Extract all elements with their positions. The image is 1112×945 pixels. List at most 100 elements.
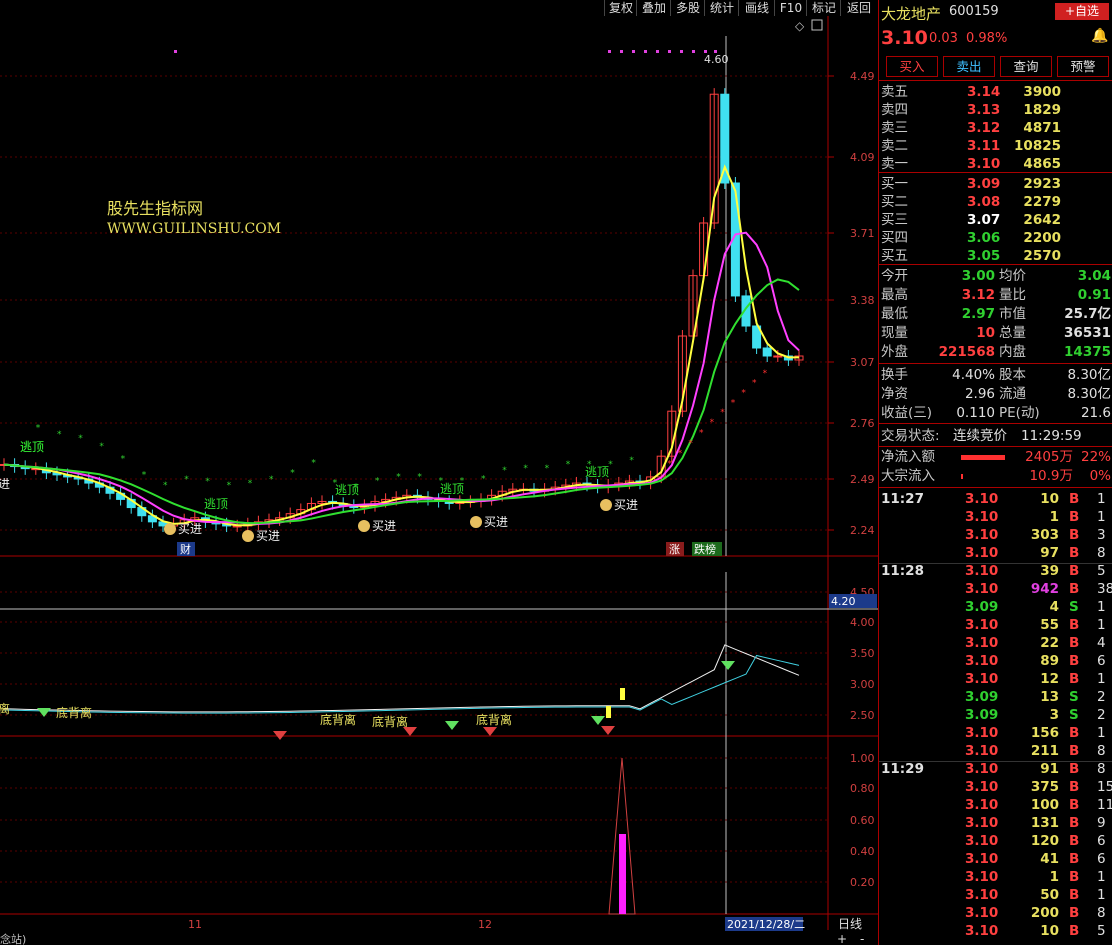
tick-row: 3.10 375 B 15 (879, 778, 1112, 796)
orderbook-label: 买五 (881, 248, 908, 264)
price-change: 0.03 (929, 31, 958, 46)
tick-price: 3.10 (965, 617, 999, 633)
sar-dot: * (699, 428, 704, 438)
stat-value: 10 (976, 325, 995, 341)
tick-price: 3.09 (965, 707, 999, 723)
tick-volume: 303 (1030, 527, 1059, 543)
stat-row-2: 最低 2.97 市值 25.7亿 (879, 305, 1112, 323)
stat-label: 股本 (999, 367, 1026, 383)
sar-dot: * (566, 460, 571, 470)
tick-volume: 4 (1049, 599, 1059, 615)
toolbar-btn-0[interactable]: 复权 (604, 0, 637, 16)
sar-dot: * (248, 479, 253, 489)
orderbook-volume: 2279 (1023, 194, 1061, 210)
flow-bar (961, 474, 963, 479)
y-tick-label: 0.20 (850, 876, 875, 889)
green-diamond-icon (591, 716, 605, 725)
tick-price: 3.10 (965, 653, 999, 669)
ask-row-3[interactable]: 卖二 3.11 10825 (879, 137, 1112, 155)
orderbook-price: 3.12 (967, 120, 1001, 136)
x-tick-label: 12 (478, 918, 492, 931)
stat-value: 221568 (938, 344, 995, 360)
sar-dot: * (629, 456, 634, 466)
tick-time: 11:29 (881, 761, 924, 777)
action-button-3[interactable]: 预警 (1057, 56, 1109, 77)
toolbar-btn-5[interactable]: F10 (774, 0, 807, 16)
flow-pct: 0% (1089, 468, 1111, 484)
tick-volume: 91 (1040, 761, 1059, 777)
bid-row-2[interactable]: 买三 3.07 2642 (879, 211, 1112, 229)
tick-side: B (1069, 527, 1080, 543)
sar-dot: * (163, 481, 168, 491)
buy-signal: 买进 (256, 529, 280, 543)
toolbar-btn-1[interactable]: 叠加 (636, 0, 671, 16)
action-button-1[interactable]: 卖出 (943, 56, 995, 77)
ask-row-2[interactable]: 卖三 3.12 4871 (879, 119, 1112, 137)
tick-price: 3.10 (965, 509, 999, 525)
sar-dot: * (502, 466, 507, 476)
bid-row-1[interactable]: 买二 3.08 2279 (879, 193, 1112, 211)
stat-label: 今开 (881, 268, 908, 284)
orderbook-volume: 4865 (1023, 156, 1061, 172)
orderbook-label: 卖五 (881, 84, 908, 100)
tick-volume: 211 (1030, 743, 1059, 759)
toolbar-btn-6[interactable]: 标记 (806, 0, 841, 16)
stat-value: 2.97 (961, 306, 995, 322)
bell-icon[interactable]: 🔔 (1091, 28, 1108, 44)
orderbook-label: 买二 (881, 194, 908, 210)
ask-row-4[interactable]: 卖一 3.10 4865 (879, 155, 1112, 173)
bid-row-4[interactable]: 买五 3.05 2570 (879, 247, 1112, 265)
tick-count: 2 (1097, 707, 1106, 723)
tick-row: 3.10 1 B 1 (879, 508, 1112, 526)
tick-price: 3.10 (965, 887, 999, 903)
toolbar-btn-4[interactable]: 画线 (738, 0, 775, 16)
money-bag-icon (242, 530, 254, 542)
money-bag-icon (470, 516, 482, 528)
candle-body (762, 347, 772, 357)
orderbook-label: 卖四 (881, 102, 908, 118)
flow-pct: 22% (1080, 449, 1111, 465)
cai-tag-text: 财 (180, 542, 191, 556)
tick-count: 3 (1097, 527, 1106, 543)
tick-price: 3.09 (965, 599, 999, 615)
tick-side: B (1069, 491, 1080, 507)
orderbook-price: 3.10 (967, 156, 1001, 172)
tick-price: 3.10 (965, 851, 999, 867)
candles (0, 88, 804, 533)
ma-line-mid (3, 231, 800, 525)
stat-label: 净资 (881, 386, 908, 402)
action-button-2[interactable]: 查询 (1000, 56, 1052, 77)
action-button-0[interactable]: 买入 (886, 56, 938, 77)
sar-dot: * (417, 472, 422, 482)
stat2-row-0: 换手 4.40% 股本 8.30亿 (879, 366, 1112, 384)
ask-row-0[interactable]: 卖五 3.14 3900 (879, 83, 1112, 101)
add-watchlist-button[interactable]: +自选 (1055, 3, 1109, 20)
toolbar-btn-3[interactable]: 统计 (704, 0, 739, 16)
y-tick-label: 1.00 (850, 752, 875, 765)
sar-dot: * (290, 469, 295, 479)
sar-dot: * (99, 442, 104, 452)
tick-side: B (1069, 725, 1080, 741)
sar-dot: * (36, 424, 41, 434)
stat-label: 换手 (881, 367, 908, 383)
toolbar-btn-2[interactable]: 多股 (670, 0, 705, 16)
tick-time: 11:27 (881, 491, 924, 507)
stock-name: 大龙地产 (881, 5, 942, 23)
toolbar-btn-7[interactable]: 返回 (840, 0, 877, 16)
tick-price: 3.10 (965, 545, 999, 561)
kline-chart-area[interactable]: 4.494.093.713.383.072.762.492.244.504.00… (0, 0, 878, 945)
bid-row-0[interactable]: 买一 3.09 2923 (879, 175, 1112, 193)
sar-dot: * (205, 477, 210, 487)
sar-dot: * (481, 474, 486, 484)
ask-row-1[interactable]: 卖四 3.13 1829 (879, 101, 1112, 119)
tick-count: 1 (1097, 869, 1106, 885)
tick-row: 3.10 131 B 9 (879, 814, 1112, 832)
sar-dot: * (741, 388, 746, 398)
tick-side: B (1069, 563, 1080, 579)
bid-row-3[interactable]: 买四 3.06 2200 (879, 229, 1112, 247)
tick-side: B (1069, 617, 1080, 633)
stat-label: 收益(三) (881, 405, 933, 421)
stat-value: 8.30亿 (1067, 367, 1111, 383)
tick-price: 3.10 (965, 869, 999, 885)
flow-bar (961, 455, 1005, 460)
